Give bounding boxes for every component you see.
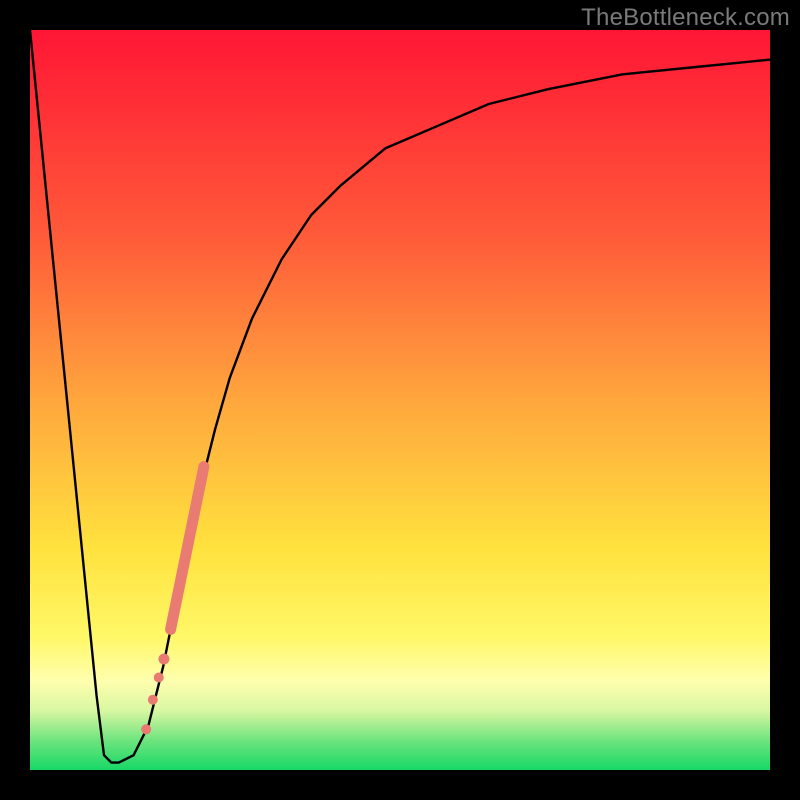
- chart-stage: TheBottleneck.com: [0, 0, 800, 800]
- watermark-text: TheBottleneck.com: [581, 4, 790, 32]
- plot-gradient-background: [30, 30, 770, 770]
